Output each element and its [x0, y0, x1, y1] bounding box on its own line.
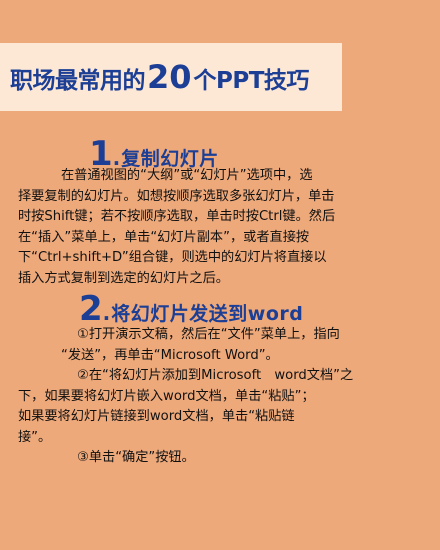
- section-2-line: ③单击“确定”按钮。: [77, 450, 195, 465]
- section-2-heading: 2 . 将幻灯片发送到word: [0, 292, 440, 326]
- section-2-line: 接”。: [18, 429, 52, 445]
- section-2-line: 如果要将幻灯片链接到word文档，单击“粘贴链: [18, 409, 295, 424]
- section-2: 2 . 将幻灯片发送到word: [0, 292, 440, 326]
- section-1-line: 择要复制的幻灯片。如想按顺序选取多张幻灯片，单击: [18, 188, 335, 204]
- section-2-line: ①打开演示文稿，然后在“文件”菜单上，指向: [77, 327, 340, 342]
- section-2-line: 下，如果要将幻灯片嵌入word文档，单击“粘贴”；: [18, 388, 315, 404]
- section-2-title: 将幻灯片发送到word: [111, 303, 304, 325]
- section-1-line: 插入方式复制到选定的幻灯片之后。: [18, 270, 229, 286]
- section-1-line: 下“Ctrl+shift+D”组合键，则选中的幻灯片将直接以: [18, 250, 327, 265]
- title-banner: 职场最常用的 20 个PPT技巧: [0, 43, 342, 111]
- title-text-part1: 职场最常用的: [10, 68, 146, 94]
- section-2-body: ①打开演示文稿，然后在“文件”菜单上，指向 “发送”，再单击“Microsoft…: [18, 325, 426, 469]
- title-text-part2: 个PPT技巧: [193, 68, 310, 94]
- title-number: 20: [147, 58, 192, 96]
- section-1-line: 在普通视图的“大纲”或“幻灯片”选项中，选: [61, 168, 313, 183]
- section-1-line: 时按Shift键；若不按顺序选取，单击时按Ctrl键。然后: [18, 209, 336, 224]
- page-title: 职场最常用的 20 个PPT技巧: [10, 58, 309, 96]
- section-2-dot: .: [102, 301, 111, 325]
- section-2-line: ②在“将幻灯片添加到Microsoft word文档”之: [77, 368, 354, 383]
- section-1-line: 在“插入”菜单上，单击“幻灯片副本”，或者直接按: [18, 229, 310, 245]
- section-2-line: “发送”，再单击“Microsoft Word”。: [61, 347, 279, 363]
- section-1-body: 在普通视图的“大纲”或“幻灯片”选项中，选 择要复制的幻灯片。如想按顺序选取多张…: [18, 166, 426, 289]
- section-2-number: 2: [79, 289, 103, 329]
